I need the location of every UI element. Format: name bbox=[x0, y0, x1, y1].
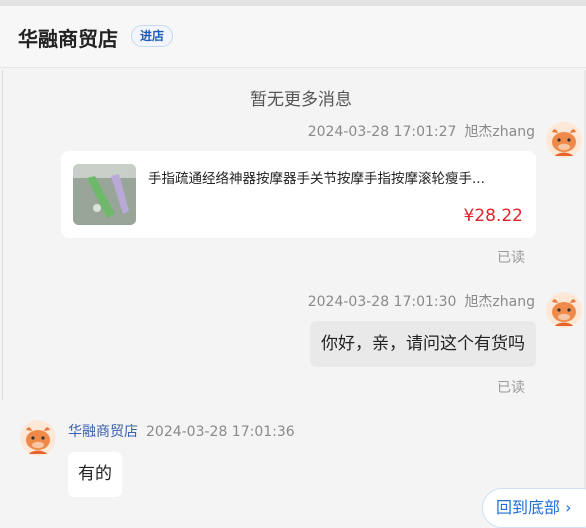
enter-shop-button[interactable]: 进店 bbox=[131, 25, 174, 47]
message-time: 2024-03-28 17:01:30 bbox=[307, 294, 457, 310]
product-title: 手指疏通经络神器按摩器手关节按摩手指按摩滚轮瘦手... bbox=[148, 171, 485, 187]
message-bubble[interactable]: 有的 bbox=[68, 452, 122, 497]
user-avatar-icon[interactable] bbox=[546, 292, 582, 328]
read-status: 已读 bbox=[497, 250, 525, 266]
message-sender: 旭杰zhang bbox=[464, 124, 535, 140]
product-thumbnail bbox=[73, 164, 136, 225]
message-sender: 华融商贸店 bbox=[68, 424, 138, 440]
message-meta: 2024-03-28 17:01:30 旭杰zhang bbox=[308, 291, 535, 311]
message-time: 2024-03-28 17:01:36 bbox=[146, 424, 295, 440]
message-meta: 华融商贸店 2024-03-28 17:01:36 bbox=[68, 421, 295, 441]
read-status: 已读 bbox=[497, 380, 525, 396]
message-meta: 2024-03-28 17:01:27 旭杰zhang bbox=[308, 121, 535, 141]
message-time: 2024-03-28 17:01:27 bbox=[307, 124, 457, 140]
chevron-down-icon: › bbox=[565, 498, 572, 517]
product-price: ¥28.22 bbox=[463, 206, 523, 226]
shop-title: 华融商贸店 bbox=[18, 27, 118, 51]
message-bubble[interactable]: 你好，亲，请问这个有货吗 bbox=[310, 321, 536, 367]
back-to-bottom-label: 回到底部 bbox=[496, 498, 561, 517]
user-avatar-icon[interactable] bbox=[546, 122, 582, 158]
shop-avatar-icon[interactable] bbox=[20, 420, 56, 456]
left-divider bbox=[2, 70, 3, 400]
product-card[interactable]: 手指疏通经络神器按摩器手关节按摩手指按摩滚轮瘦手... ¥28.22 bbox=[61, 151, 536, 238]
message-sender: 旭杰zhang bbox=[464, 294, 535, 310]
back-to-bottom-button[interactable]: 回到底部 › bbox=[482, 488, 586, 528]
chat-header: 华融商贸店 进店 bbox=[0, 6, 586, 68]
no-more-messages: 暂无更多消息 bbox=[250, 90, 352, 110]
